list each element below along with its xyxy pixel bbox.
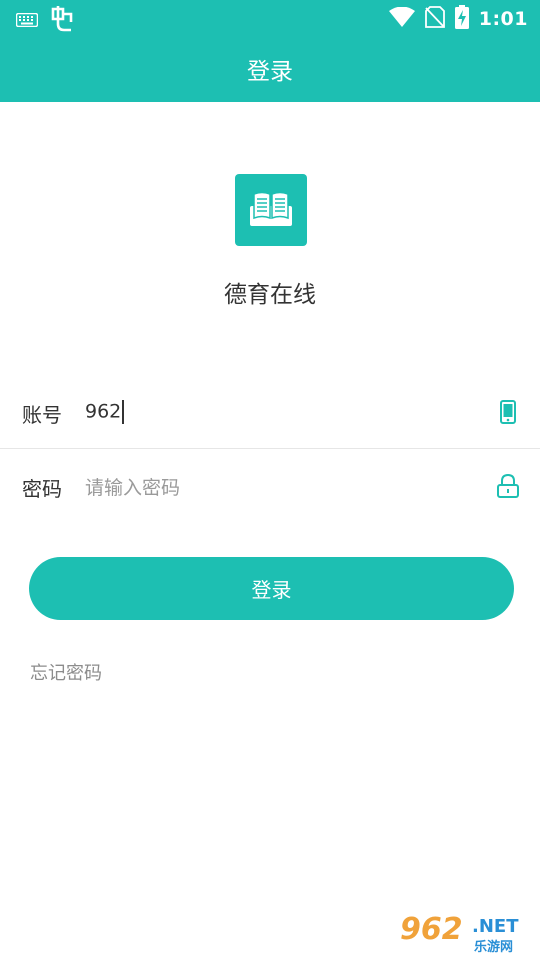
password-input[interactable]: 请输入密码 (85, 473, 180, 500)
login-button[interactable]: 登录 (29, 557, 514, 620)
status-time: 1:01 (478, 8, 528, 30)
app-name: 德育在线 (224, 282, 316, 308)
watermark-logo: 962 .NET 乐游网 (400, 912, 534, 955)
account-input-value: 962 (85, 400, 122, 423)
app-logo (235, 174, 307, 246)
account-input[interactable]: 962 (85, 400, 124, 424)
login-button-label: 登录 (251, 578, 292, 602)
watermark-main: 962 (400, 912, 463, 947)
password-label: 密码 (22, 477, 62, 501)
open-book-icon (250, 190, 292, 230)
watermark-sub: 乐游网 (474, 940, 514, 955)
no-sim-icon (424, 6, 445, 32)
phone-icon (496, 399, 520, 425)
watermark-suffix: .NET (472, 916, 519, 937)
status-bar: 1:01 (0, 0, 540, 36)
bug-icon (50, 6, 74, 36)
status-left-icons (15, 6, 74, 36)
battery-charging-icon (454, 5, 469, 33)
text-cursor (122, 400, 124, 424)
app-bar: 登录 (0, 36, 540, 102)
keyboard-icon (15, 12, 39, 31)
password-row: 密码 请输入密码 (0, 449, 540, 523)
forgot-password-link[interactable]: 忘记密码 (30, 659, 102, 685)
lock-icon (496, 473, 520, 499)
account-label: 账号 (22, 403, 62, 427)
wifi-icon (388, 6, 415, 31)
account-row: 账号 962 (0, 375, 540, 449)
status-right-icons: 1:01 (388, 5, 528, 33)
page-title: 登录 (247, 59, 293, 85)
